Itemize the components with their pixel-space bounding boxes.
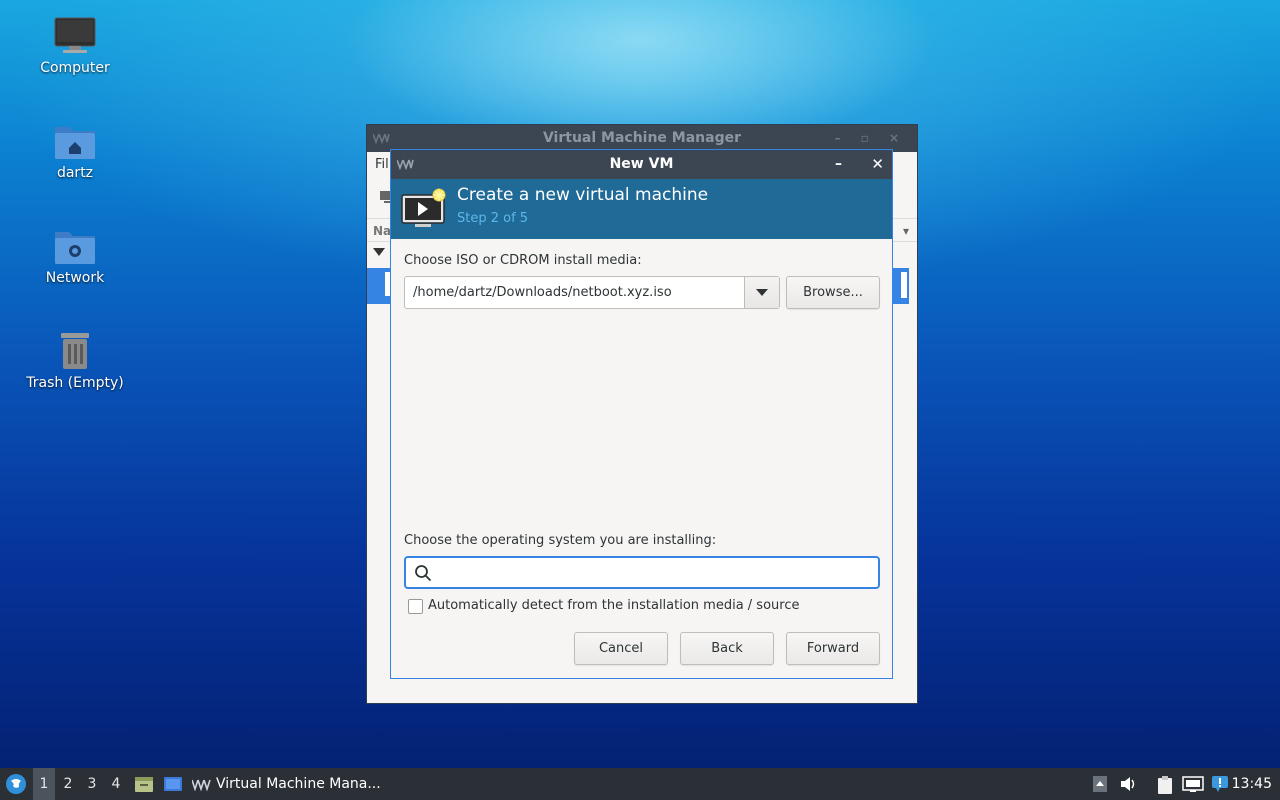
os-label: Choose the operating system you are inst…	[404, 533, 717, 548]
workspace-3[interactable]: 3	[81, 768, 103, 800]
computer-icon	[54, 17, 96, 53]
column-name[interactable]: Na	[373, 224, 391, 238]
desktop-icon-label: dartz	[56, 165, 94, 181]
expander-icon[interactable]	[373, 248, 385, 256]
taskbar-task-vmm[interactable]: Virtual Machine Mana...	[190, 768, 381, 800]
vmm-window-buttons[interactable]: – ▫ ×	[834, 125, 907, 152]
chevron-down-icon[interactable]: ▾	[903, 219, 909, 243]
iso-media-combo[interactable]	[404, 276, 780, 309]
iso-media-label: Choose ISO or CDROM install media:	[404, 253, 642, 268]
desktop-icon-trash[interactable]: Trash (Empty)	[15, 331, 135, 391]
os-search-field[interactable]	[404, 556, 880, 589]
start-menu-icon[interactable]	[5, 773, 27, 795]
dialog-title: New VM	[609, 156, 674, 172]
iso-path-input[interactable]	[405, 277, 744, 308]
vm-logo-icon	[192, 779, 211, 791]
wizard-title: Create a new virtual machine	[457, 185, 709, 205]
desktop-icon-label: Computer	[40, 60, 110, 76]
desktop-icon-home[interactable]: dartz	[15, 121, 135, 181]
back-button[interactable]: Back	[680, 632, 774, 665]
desktop-icon-network[interactable]: Network	[15, 226, 135, 286]
browse-button[interactable]: Browse...	[786, 276, 880, 309]
desktop-icon-label: Trash (Empty)	[26, 375, 124, 391]
workspace-4[interactable]: 4	[105, 768, 127, 800]
network-status-icon[interactable]	[1182, 775, 1204, 793]
desktop-icon[interactable]	[163, 775, 183, 793]
combo-dropdown-button[interactable]	[744, 277, 779, 308]
row-decoration	[901, 272, 907, 298]
os-search-input[interactable]	[438, 562, 868, 584]
new-vm-icon	[401, 188, 446, 227]
forward-button[interactable]: Forward	[786, 632, 880, 665]
tray-up-arrow-icon[interactable]	[1092, 775, 1108, 793]
vmm-title: Virtual Machine Manager	[542, 130, 742, 146]
wizard-step: Step 2 of 5	[457, 211, 529, 226]
autodetect-label[interactable]: Automatically detect from the installati…	[428, 598, 799, 613]
clock[interactable]: 13:45	[1232, 768, 1272, 800]
trash-icon	[61, 333, 89, 369]
desktop-icon-computer[interactable]: Computer	[15, 16, 135, 76]
wizard-header: Create a new virtual machine Step 2 of 5	[391, 179, 892, 239]
clipboard-icon[interactable]	[1156, 775, 1174, 795]
chevron-down-icon	[756, 289, 768, 296]
cancel-button[interactable]: Cancel	[574, 632, 668, 665]
workspace-1[interactable]: 1	[33, 768, 55, 800]
network-folder-icon	[55, 232, 95, 264]
task-label: Virtual Machine Mana...	[216, 776, 381, 792]
dialog-titlebar[interactable]: New VM – ✕	[391, 150, 892, 179]
autodetect-checkbox[interactable]	[408, 599, 423, 614]
home-folder-icon	[55, 127, 95, 159]
minimize-icon[interactable]: –	[835, 150, 842, 179]
new-vm-dialog: New VM – ✕ Create a new virtual machine …	[390, 149, 893, 679]
volume-icon[interactable]	[1119, 775, 1137, 793]
taskbar: 1 2 3 4 Virtual Machine Mana... 13:45	[0, 768, 1280, 800]
desktop-icon-label: Network	[45, 270, 105, 286]
workspace-2[interactable]: 2	[57, 768, 79, 800]
notification-icon[interactable]	[1210, 775, 1230, 793]
vmm-titlebar[interactable]: Virtual Machine Manager – ▫ ×	[367, 125, 917, 152]
menu-file[interactable]: Fil	[375, 157, 389, 172]
file-manager-icon[interactable]	[134, 775, 154, 793]
vm-logo-icon	[373, 133, 390, 144]
close-icon[interactable]: ✕	[871, 150, 884, 179]
search-icon	[415, 565, 432, 582]
vm-logo-icon	[397, 159, 414, 170]
